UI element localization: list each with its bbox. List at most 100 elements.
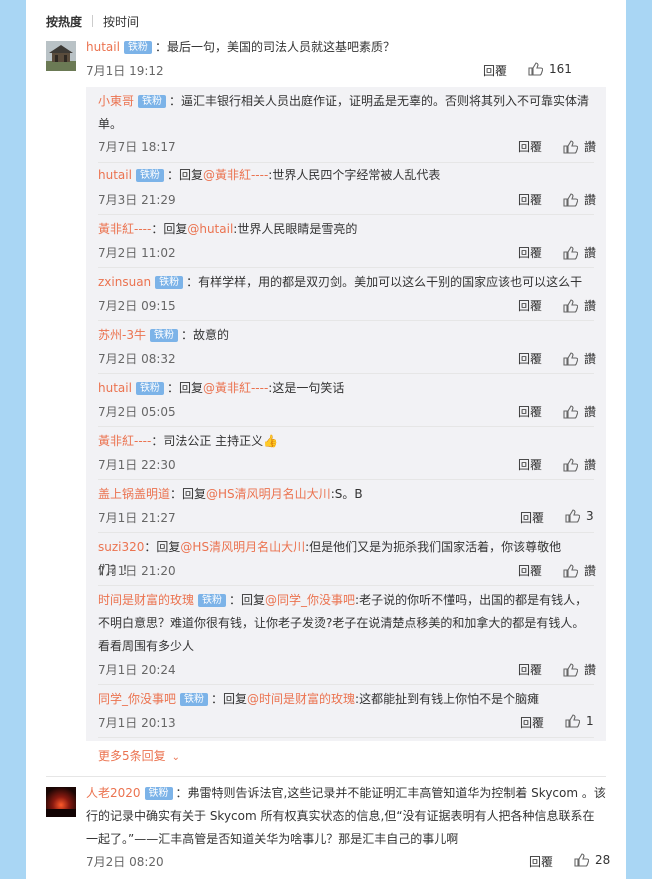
reply-meta: 7月1日 22:30 回覆 讚 (98, 456, 596, 473)
reply-mention[interactable]: @同学_你没事吧 (265, 593, 355, 607)
reply-button[interactable]: 回覆 (520, 509, 544, 526)
sort-by-time-tab[interactable]: 按时间 (103, 13, 139, 30)
fan-badge[interactable]: 铁粉 (135, 169, 164, 182)
comment-item: hutail 铁粉 ：最后一句，美国的司法人员就这基吧素质？ 7月1日 19:12 … (46, 41, 606, 81)
reply-text: :这是一句笑话 (268, 381, 345, 395)
avatar[interactable] (46, 787, 76, 817)
fan-badge[interactable]: 铁粉 (180, 693, 209, 706)
thumbs-up-icon (565, 714, 580, 728)
reply-time: 7月2日 08:32 (98, 352, 176, 366)
reply-divider (98, 684, 594, 685)
thumbs-up-icon (563, 192, 578, 207)
reply-item: zxinsuan 铁粉 ：有样学样，用的都是双刃剑。美加可以这么干别的国家应该也可以… (98, 271, 596, 313)
like-button[interactable]: 讚 (563, 191, 596, 208)
like-button[interactable]: 161 (528, 62, 572, 76)
reply-button[interactable]: 回覆 (483, 62, 507, 79)
reply-button[interactable]: 回覆 (518, 244, 542, 261)
reply-time: 7月7日 18:17 (98, 140, 176, 154)
reply-username[interactable]: 同学_你没事吧 (98, 692, 176, 706)
comment-meta: 7月1日 19:12 回覆 161 (86, 62, 606, 78)
like-button[interactable]: 1 (565, 714, 594, 728)
reply-time: 7月2日 11:02 (98, 246, 176, 260)
fan-badge[interactable]: 铁粉 (149, 329, 178, 342)
comment-panel: 按热度 按时间 hutail 铁粉 ：最后一句，美国的司法人员就这基吧素质？ 7月1… (26, 0, 626, 879)
reply-button[interactable]: 回覆 (518, 297, 542, 314)
reply-time: 7月2日 05:05 (98, 405, 176, 419)
reply-button[interactable]: 回覆 (518, 350, 542, 367)
reply-username[interactable]: hutail (98, 381, 132, 395)
reply-button[interactable]: 回覆 (518, 456, 542, 473)
reply-meta: 7月1日 21:20 回覆 讚 (98, 562, 596, 579)
reply-username[interactable]: hutail (98, 168, 132, 182)
reply-text-line: 同学_你没事吧 铁粉 ：回复@时间是财富的玫瑰:这都能扯到有钱上你怕不是个脑瘫 (98, 688, 594, 711)
reply-prefix: ：回复 (229, 593, 266, 607)
comment-username[interactable]: hutail (86, 40, 120, 54)
like-button[interactable]: 讚 (563, 297, 596, 314)
reply-username[interactable]: 苏州-3牛 (98, 328, 146, 342)
reply-username[interactable]: 黃非紅---- (98, 434, 151, 448)
reply-time: 7月1日 20:13 (98, 716, 176, 730)
reply-time: 7月1日 21:27 (98, 511, 176, 525)
comment-time: 7月1日 19:12 (86, 64, 164, 78)
like-button[interactable]: 讚 (563, 138, 596, 155)
like-button[interactable]: 讚 (563, 403, 596, 420)
reply-username[interactable]: 时间是财富的玫瑰 (98, 593, 194, 607)
like-button[interactable]: 3 (565, 509, 594, 523)
reply-text-line: 黃非紅----：回复@hutail:世界人民眼睛是雪亮的 (98, 218, 594, 241)
comment-text-line: hutail 铁粉 ：最后一句，美国的司法人员就这基吧素质？ (86, 41, 606, 54)
reply-text-line: 时间是财富的玫瑰 铁粉 ：回复@同学_你没事吧:老子说的你听不懂吗，出国的都是有钱人… (98, 589, 594, 658)
reply-text: ：故意的 (180, 328, 229, 342)
reply-mention[interactable]: @时间是财富的玫瑰 (247, 692, 355, 706)
reply-meta: 7月1日 20:13 回覆 1 (98, 714, 594, 730)
sort-by-hot-tab[interactable]: 按热度 (46, 13, 82, 30)
reply-item: 黃非紅----：司法公正 主持正义👍 7月1日 22:30 回覆 讚 (98, 430, 596, 472)
fan-badge[interactable]: 铁粉 (155, 276, 184, 289)
reply-meta: 7月2日 09:15 回覆 讚 (98, 297, 596, 314)
reply-prefix: ：回复 (211, 692, 248, 706)
reply-item: hutail 铁粉 ：回复@黃非紅----:这是一句笑话 7月2日 05:05 回覆… (98, 377, 596, 419)
more-replies-link[interactable]: 更多5条回复 ⌄ (98, 747, 180, 764)
comment-meta: 7月2日 08:20 回覆 28 (86, 853, 610, 870)
comment-body: 人老2020 铁粉 ：弗雷特则告诉法官,这些记录并不能证明汇丰高管知道华为控制着 S… (86, 786, 610, 869)
sort-bar: 按热度 按时间 (46, 13, 139, 29)
reply-prefix: ：回复 (166, 168, 203, 182)
like-button[interactable]: 讚 (563, 661, 596, 678)
reply-text: :世界人民眼睛是雪亮的 (233, 222, 358, 236)
comment-username[interactable]: 人老2020 (86, 786, 141, 800)
fan-badge[interactable]: 铁粉 (123, 41, 152, 54)
reply-item: 黃非紅----：回复@hutail:世界人民眼睛是雪亮的 7月2日 11:02 … (98, 218, 596, 260)
avatar[interactable] (46, 41, 76, 71)
fan-badge[interactable]: 铁粉 (144, 787, 173, 800)
reply-mention[interactable]: @HS清风明月名山大川 (180, 540, 305, 554)
fan-badge[interactable]: 铁粉 (135, 382, 164, 395)
reply-username[interactable]: 盖上锅盖明道 (98, 487, 170, 501)
like-button[interactable]: 讚 (563, 244, 596, 261)
reply-meta: 7月2日 08:32 回覆 讚 (98, 350, 596, 367)
reply-item: 苏州-3牛 铁粉 ：故意的 7月2日 08:32 回覆 讚 (98, 324, 596, 366)
reply-mention[interactable]: @HS清风明月名山大川 (206, 487, 331, 501)
like-button[interactable]: 讚 (563, 562, 596, 579)
like-button[interactable]: 28 (574, 853, 610, 867)
reply-button[interactable]: 回覆 (520, 714, 544, 731)
reply-button[interactable]: 回覆 (518, 191, 542, 208)
sort-divider (92, 15, 94, 27)
reply-username[interactable]: 黃非紅---- (98, 222, 151, 236)
like-button[interactable]: 讚 (563, 456, 596, 473)
reply-button[interactable]: 回覆 (518, 138, 542, 155)
fan-badge[interactable]: 铁粉 (198, 594, 227, 607)
reply-button[interactable]: 回覆 (518, 403, 542, 420)
reply-button[interactable]: 回覆 (518, 562, 542, 579)
reply-username[interactable]: suzi320 (98, 540, 144, 554)
reply-username[interactable]: zxinsuan (98, 275, 151, 289)
reply-text-line: 苏州-3牛 铁粉 ：故意的 (98, 324, 594, 347)
like-button[interactable]: 讚 (563, 350, 596, 367)
reply-button[interactable]: 回覆 (518, 661, 542, 678)
reply-username[interactable]: 小東哥 (98, 94, 134, 108)
reply-button[interactable]: 回覆 (529, 853, 553, 870)
reply-mention[interactable]: @黃非紅---- (203, 168, 268, 182)
reply-text: :这都能扯到有钱上你怕不是个脑瘫 (355, 692, 540, 706)
reply-mention[interactable]: @黃非紅---- (203, 381, 268, 395)
reply-text-line: 小東哥 铁粉 ：逼汇丰银行相关人员出庭作证，证明孟是无辜的。否则将其列入不可靠实体清… (98, 90, 594, 136)
reply-mention[interactable]: @hutail (187, 222, 233, 236)
fan-badge[interactable]: 铁粉 (138, 95, 167, 108)
